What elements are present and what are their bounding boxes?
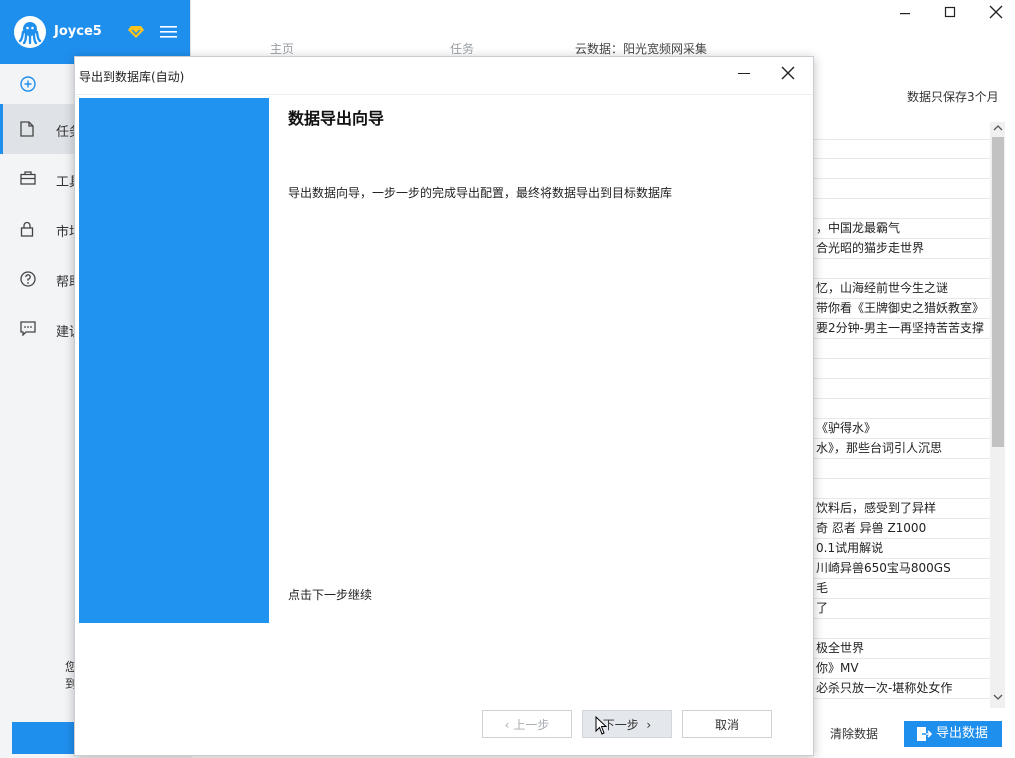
- document-icon: [20, 121, 34, 137]
- lock-icon: [20, 221, 34, 237]
- table-row[interactable]: [812, 259, 990, 279]
- table-row[interactable]: ，中国龙最霸气: [812, 219, 990, 239]
- tab-cloud-data[interactable]: 云数据：阳光宽频网采集: [575, 40, 707, 57]
- retention-notice: 数据只保存3个月: [907, 90, 999, 104]
- scroll-down-icon[interactable]: [993, 693, 1003, 701]
- tab-home[interactable]: 主页: [270, 40, 294, 57]
- octopus-logo-icon: [18, 22, 42, 45]
- table-row[interactable]: [812, 479, 990, 499]
- table-row[interactable]: [812, 619, 990, 639]
- dialog-title: 导出到数据库(自动): [79, 70, 185, 84]
- export-data-label: 导出数据: [936, 726, 989, 741]
- wizard-description: 导出数据向导，一步一步的完成导出配置，最终将数据导出到目标数据库: [288, 186, 673, 200]
- table-row[interactable]: 极全世界: [812, 639, 990, 659]
- table-row[interactable]: 合光昭的猫步走世界: [812, 239, 990, 259]
- text-cursor-icon: [595, 716, 607, 735]
- add-circle-icon: [20, 76, 36, 92]
- table-row[interactable]: [812, 339, 990, 359]
- chat-icon: [20, 321, 36, 336]
- chevron-right-icon: ›: [642, 718, 652, 732]
- tab-task[interactable]: 任务: [450, 40, 474, 57]
- table-row[interactable]: [812, 159, 990, 179]
- table-row[interactable]: 奇 忍者 异兽 Z1000: [812, 519, 990, 539]
- dialog-minimize-icon[interactable]: [738, 73, 750, 74]
- diamond-vip-icon[interactable]: [128, 25, 144, 39]
- table-row[interactable]: 必杀只放一次-堪称处女作: [812, 679, 990, 699]
- table-row[interactable]: [812, 199, 990, 219]
- help-icon: [20, 271, 36, 287]
- table-row[interactable]: [812, 399, 990, 419]
- export-wizard-dialog: 导出到数据库(自动) 数据导出向导 导出数据向导，一步一步的完成导出配置，最终将…: [74, 56, 814, 756]
- hamburger-menu-icon[interactable]: [160, 26, 177, 38]
- data-table: ，中国龙最霸气 合光昭的猫步走世界 忆，山海经前世今生之谜 带你看《王牌御史之猎妖教室…: [812, 139, 990, 699]
- dialog-close-icon[interactable]: [781, 66, 795, 80]
- table-row[interactable]: 《驴得水》: [812, 419, 990, 439]
- dialog-divider: [75, 94, 813, 95]
- export-icon: [917, 727, 932, 741]
- chevron-left-icon: ‹: [504, 718, 510, 732]
- export-data-button[interactable]: 导出数据: [904, 721, 1002, 747]
- table-row[interactable]: [812, 139, 990, 159]
- table-row[interactable]: [812, 459, 990, 479]
- scrollbar-thumb[interactable]: [992, 137, 1004, 447]
- clear-data-button[interactable]: 清除数据: [818, 722, 890, 746]
- toolbox-icon: [20, 171, 36, 185]
- table-row[interactable]: 了: [812, 599, 990, 619]
- previous-step-label: 上一步: [513, 718, 550, 732]
- table-row[interactable]: 带你看《王牌御史之猎妖教室》: [812, 299, 990, 319]
- next-step-label: 下一步: [602, 718, 639, 732]
- table-row[interactable]: 要2分钟-男主一再坚持苦苦支撑: [812, 319, 990, 339]
- table-row[interactable]: [812, 179, 990, 199]
- cancel-button[interactable]: 取消: [682, 710, 772, 738]
- table-row[interactable]: 饮料后，感受到了异样: [812, 499, 990, 519]
- wizard-side-panel: [79, 98, 269, 623]
- close-window-icon[interactable]: [986, 4, 1006, 22]
- table-row[interactable]: [812, 359, 990, 379]
- table-row[interactable]: 毛: [812, 579, 990, 599]
- table-row[interactable]: 0.1试用解说: [812, 539, 990, 559]
- table-row[interactable]: 忆，山海经前世今生之谜: [812, 279, 990, 299]
- wizard-heading: 数据导出向导: [288, 109, 385, 128]
- avatar[interactable]: [14, 16, 46, 48]
- table-row[interactable]: 川崎异兽650宝马800GS: [812, 559, 990, 579]
- scroll-up-icon[interactable]: [993, 124, 1003, 132]
- table-header: [812, 122, 990, 140]
- table-row[interactable]: 你》MV: [812, 659, 990, 679]
- table-row[interactable]: 水》，那些台词引人沉思: [812, 439, 990, 459]
- previous-step-button[interactable]: ‹ 上一步: [482, 710, 572, 738]
- maximize-window-icon[interactable]: [940, 4, 960, 22]
- wizard-hint: 点击下一步继续: [288, 588, 373, 602]
- sidebar-header: Joyce5: [0, 0, 190, 64]
- table-row[interactable]: [812, 379, 990, 399]
- username[interactable]: Joyce5: [54, 24, 102, 39]
- minimize-window-icon[interactable]: [895, 4, 915, 22]
